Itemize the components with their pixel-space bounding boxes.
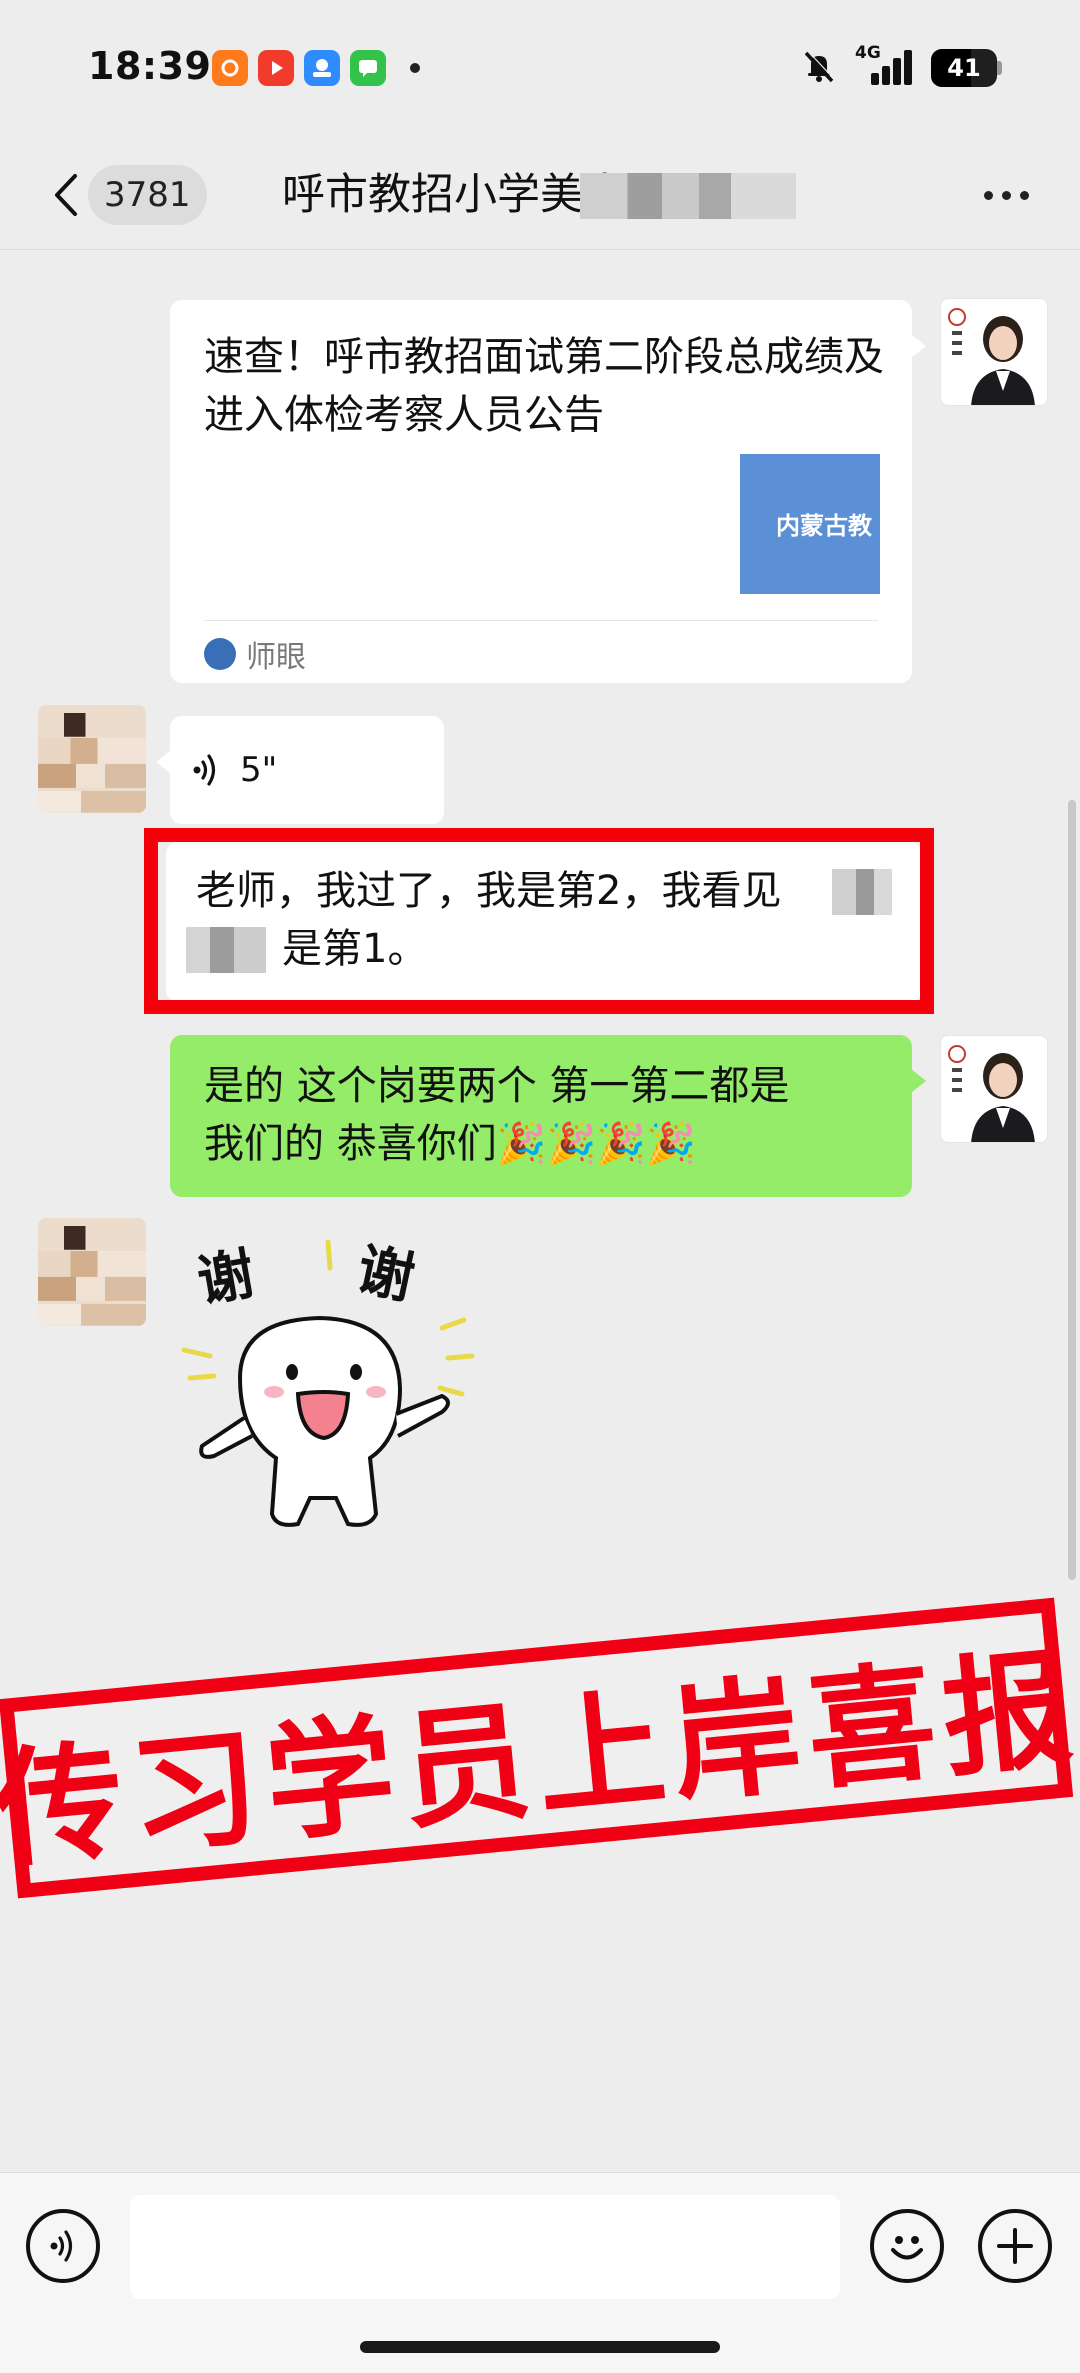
voice-wave-icon xyxy=(193,754,216,786)
student-avatar[interactable] xyxy=(38,1218,146,1326)
home-indicator[interactable] xyxy=(360,2341,720,2353)
voice-input-button[interactable] xyxy=(26,2209,100,2283)
red-video-app-icon xyxy=(258,50,294,86)
more-options-button[interactable] xyxy=(976,170,1036,220)
sticker-text-right: 谢 xyxy=(351,1237,419,1312)
title-mosaic xyxy=(580,173,796,219)
battery-level: 41 xyxy=(947,54,981,82)
article-card[interactable]: 速查！呼市教招面试第二阶段总成绩及进入体检考察人员公告 内蒙古教 师眼 xyxy=(170,300,926,683)
more-notifications-dot xyxy=(410,63,420,73)
unread-count-badge[interactable]: 3781 xyxy=(88,165,207,225)
source-logo-icon xyxy=(204,638,236,670)
plus-icon xyxy=(997,2228,1033,2264)
stamp-text: 传习学员上岸喜报 xyxy=(0,1633,1080,1887)
notification-app-icons xyxy=(212,50,420,86)
input-bar xyxy=(0,2172,1080,2373)
teacher-reply-text: 是的 这个岗要两个 第一第二都是 我们的 恭喜你们🎉🎉🎉🎉 xyxy=(204,1057,789,1173)
teacher-avatar[interactable] xyxy=(940,298,1048,406)
voice-wave-icon xyxy=(50,2230,73,2262)
status-indicators: 4G 41 xyxy=(801,43,1002,88)
battery-indicator: 41 xyxy=(931,49,1002,87)
voice-message-content: 5" xyxy=(192,716,277,824)
message-input[interactable] xyxy=(130,2195,840,2299)
highlight-frame xyxy=(144,828,934,1014)
article-source-name: 师眼 xyxy=(246,640,306,675)
teacher-reply-line-1: 是的 这个岗要两个 第一第二都是 xyxy=(204,1063,790,1109)
smiling-character-icon: 谢 谢 xyxy=(181,1237,475,1527)
signal-bars-icon: 4G xyxy=(855,43,913,87)
status-time: 18:39 xyxy=(88,44,212,88)
teacher-reply-line-2: 我们的 恭喜你们🎉🎉🎉🎉 xyxy=(204,1121,696,1167)
orange-app-icon xyxy=(212,50,248,86)
article-source: 师眼 xyxy=(204,626,306,682)
battery-icon: 41 xyxy=(931,49,997,87)
article-thumbnail-text: 内蒙古教 xyxy=(776,511,872,540)
voice-duration: 5" xyxy=(240,750,278,790)
card-divider xyxy=(204,620,878,621)
article-title: 速查！呼市教招面试第二阶段总成绩及进入体检考察人员公告 xyxy=(204,334,884,438)
chat-scrollbar[interactable] xyxy=(1068,800,1076,1580)
article-thumbnail: 内蒙古教 xyxy=(740,454,880,594)
chat-header: 3781 呼市教招小学美术 xyxy=(0,140,1080,250)
success-stamp-overlay: 传习学员上岸喜报 xyxy=(0,1597,1080,1899)
smiley-icon xyxy=(891,2236,923,2260)
mute-bell-icon xyxy=(801,48,837,88)
teacher-avatar[interactable] xyxy=(940,1035,1048,1143)
thank-you-sticker[interactable]: 谢 谢 xyxy=(180,1228,490,1558)
voice-message[interactable]: 5" xyxy=(156,716,444,824)
green-message-app-icon xyxy=(350,50,386,86)
status-bar: 18:39 4G 41 xyxy=(0,0,1080,140)
blue-cloud-app-icon xyxy=(304,50,340,86)
back-button[interactable] xyxy=(36,160,96,230)
sticker-text-left: 谢 xyxy=(193,1242,259,1316)
emoji-button[interactable] xyxy=(870,2209,944,2283)
teacher-reply-message[interactable]: 是的 这个岗要两个 第一第二都是 我们的 恭喜你们🎉🎉🎉🎉 xyxy=(170,1035,926,1197)
chat-title: 呼市教招小学美术 xyxy=(282,170,626,220)
chevron-left-icon xyxy=(55,174,77,216)
student-avatar[interactable] xyxy=(38,705,146,813)
more-functions-button[interactable] xyxy=(978,2209,1052,2283)
